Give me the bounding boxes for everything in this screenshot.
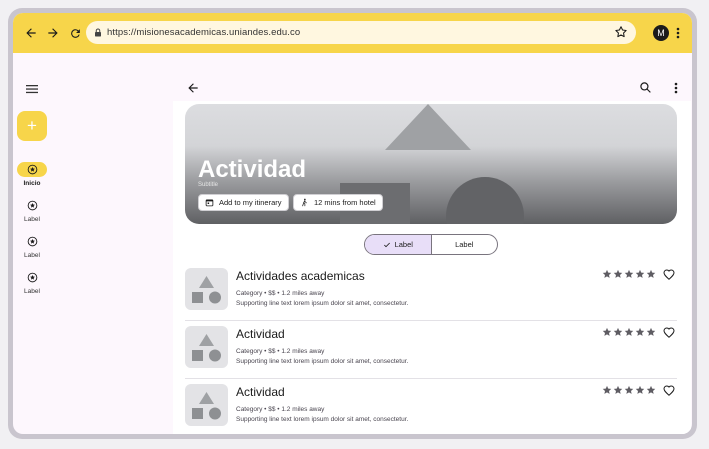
star-icon <box>602 327 612 336</box>
rail-item-label: Inicio <box>23 180 41 187</box>
hero-card: Actividad Subtitle Add to my itinerary 1… <box>185 104 677 224</box>
star-badge-icon <box>27 164 37 175</box>
browser-menu-icon[interactable] <box>672 25 684 41</box>
star-icon <box>646 385 656 394</box>
favorite-heart-icon[interactable] <box>663 384 675 396</box>
lock-icon <box>94 24 102 42</box>
star-icon <box>624 269 634 278</box>
star-rating <box>602 269 656 279</box>
plus-icon: + <box>27 116 37 135</box>
check-icon <box>383 242 390 247</box>
rail-item-indicator <box>17 234 47 249</box>
star-icon <box>602 269 612 278</box>
star-icon <box>635 269 645 278</box>
list-item[interactable]: Actividades academicas Category • $$ • 1… <box>185 263 677 321</box>
star-icon <box>624 327 634 336</box>
address-bar[interactable]: https://misionesacademicas.uniandes.edu.… <box>86 21 636 44</box>
list-item-title: Actividad <box>236 327 285 341</box>
star-badge-icon <box>27 272 37 283</box>
star-rating <box>602 385 656 395</box>
browser-toolbar: https://misionesacademicas.uniandes.edu.… <box>13 13 692 53</box>
list-item-supporting-text: Supporting line text lorem ipsum dolor s… <box>236 416 409 423</box>
segment-option-2[interactable]: Label <box>432 235 498 254</box>
reload-icon[interactable] <box>65 23 85 43</box>
hero-subtitle: Subtitle <box>198 182 219 188</box>
favorite-heart-icon[interactable] <box>663 268 675 280</box>
list-item-meta: Category • $$ • 1.2 miles away <box>236 406 325 413</box>
content-sheet: Actividad Subtitle Add to my itinerary 1… <box>173 101 691 434</box>
segment-label: Label <box>455 240 474 249</box>
rail-item-label: Label <box>24 252 40 259</box>
add-to-itinerary-chip[interactable]: Add to my itinerary <box>198 194 289 211</box>
profile-avatar[interactable]: M <box>653 25 669 41</box>
star-icon <box>602 385 612 394</box>
star-badge-icon <box>27 200 37 211</box>
top-app-bar <box>173 53 691 101</box>
favorite-heart-icon[interactable] <box>663 326 675 338</box>
segment-label: Label <box>394 240 413 249</box>
rail-item-indicator <box>17 162 47 177</box>
list-item-supporting-text: Supporting line text lorem ipsum dolor s… <box>236 300 409 307</box>
rail-item-label-2[interactable]: Label <box>13 234 51 259</box>
calendar-icon <box>205 199 214 207</box>
thumbnail-placeholder <box>185 268 228 310</box>
list-item-meta: Category • $$ • 1.2 miles away <box>236 348 325 355</box>
star-icon <box>646 327 656 336</box>
rail-item-label-3[interactable]: Label <box>13 270 51 295</box>
navigation-rail: + Inicio Label Label Label <box>13 53 51 434</box>
travel-time-chip[interactable]: 12 mins from hotel <box>293 194 383 211</box>
rail-item-indicator <box>17 198 47 213</box>
rail-item-indicator <box>17 270 47 285</box>
star-icon <box>624 385 634 394</box>
walk-icon <box>302 198 307 207</box>
list-item[interactable]: Actividad Category • $$ • 1.2 miles away… <box>185 379 677 434</box>
url-text: https://misionesacademicas.uniandes.edu.… <box>107 27 301 38</box>
rail-item-label-1[interactable]: Label <box>13 198 51 223</box>
list-item-title: Actividad <box>236 385 285 399</box>
chip-label: 12 mins from hotel <box>314 198 376 207</box>
list-item[interactable]: Actividad Category • $$ • 1.2 miles away… <box>185 321 677 379</box>
bookmark-star-icon[interactable] <box>614 25 628 39</box>
star-icon <box>635 385 645 394</box>
thumbnail-placeholder <box>185 384 228 426</box>
rail-item-label: Label <box>24 288 40 295</box>
star-icon <box>635 327 645 336</box>
more-vert-icon[interactable] <box>669 81 683 95</box>
back-arrow-icon[interactable] <box>186 81 200 95</box>
segment-option-1[interactable]: Label <box>365 235 432 254</box>
device-frame: https://misionesacademicas.uniandes.edu.… <box>8 8 697 439</box>
rail-item-inicio[interactable]: Inicio <box>13 162 51 187</box>
segmented-button: Label Label <box>364 234 498 255</box>
list-item-meta: Category • $$ • 1.2 miles away <box>236 290 325 297</box>
star-icon <box>613 269 623 278</box>
screen: https://misionesacademicas.uniandes.edu.… <box>13 13 692 434</box>
thumbnail-placeholder <box>185 326 228 368</box>
list-item-title: Actividades academicas <box>236 269 365 283</box>
add-fab-button[interactable]: + <box>17 111 47 141</box>
star-rating <box>602 327 656 337</box>
back-icon[interactable] <box>21 23 41 43</box>
chip-label: Add to my itinerary <box>219 198 282 207</box>
star-icon <box>613 385 623 394</box>
star-icon <box>646 269 656 278</box>
star-icon <box>613 327 623 336</box>
rail-item-label: Label <box>24 216 40 223</box>
hero-title: Actividad <box>198 156 307 183</box>
list-item-supporting-text: Supporting line text lorem ipsum dolor s… <box>236 358 409 365</box>
star-badge-icon <box>27 236 37 247</box>
forward-icon[interactable] <box>43 23 63 43</box>
search-icon[interactable] <box>639 81 653 95</box>
main-content: Actividad Subtitle Add to my itinerary 1… <box>173 53 691 434</box>
menu-icon[interactable] <box>25 82 39 96</box>
